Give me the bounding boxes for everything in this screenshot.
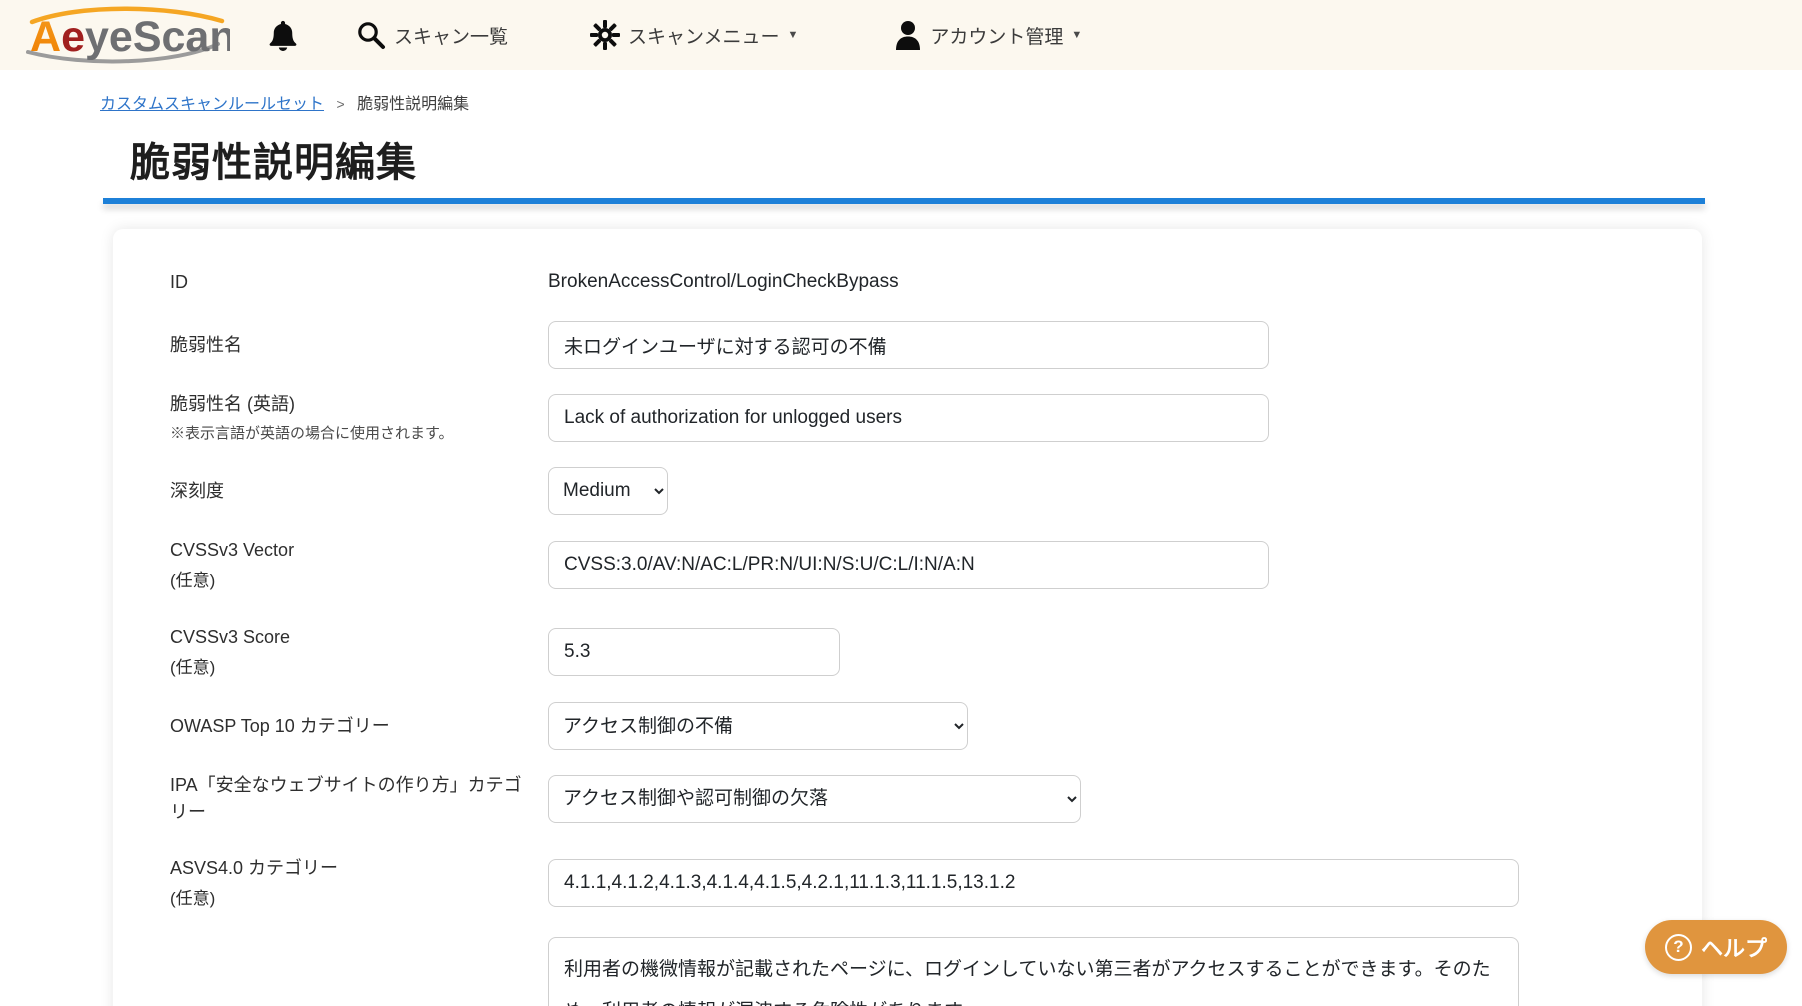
- breadcrumb-current: 脆弱性説明編集: [357, 96, 469, 113]
- form-row-id: ID BrokenAccessControl/LoginCheckBypass: [170, 269, 1642, 295]
- breadcrumb: カスタムスキャンルールセット > 脆弱性説明編集: [100, 90, 1802, 114]
- cvss-score-optional: (任意): [170, 656, 528, 681]
- form-row-vuln-name: 脆弱性名: [170, 321, 1642, 369]
- nav-scan-list[interactable]: スキャン一覧: [356, 20, 508, 50]
- asvs-optional: (任意): [170, 887, 528, 912]
- cvss-vector-label: CVSSv3 Vector: [170, 537, 528, 563]
- cvss-score-label-block: CVSSv3 Score (任意): [170, 624, 548, 681]
- vuln-name-label: 脆弱性名: [170, 332, 548, 358]
- asvs-categories-input[interactable]: [548, 859, 1519, 907]
- vuln-name-en-note: ※表示言語が英語の場合に使用されます。: [170, 423, 528, 445]
- help-button[interactable]: ? ヘルプ: [1645, 920, 1787, 974]
- cvss-vector-optional: (任意): [170, 569, 528, 594]
- nav-scan-menu[interactable]: スキャンメニュー ▼: [590, 20, 798, 50]
- form-row-severity: 深刻度 Medium: [170, 467, 1642, 515]
- notifications-bell-icon[interactable]: [268, 19, 298, 51]
- gear-icon: [590, 20, 620, 50]
- form-row-description: 利用者の機微情報が記載されたページに、ログインしていない第三者がアクセスすること…: [170, 937, 1642, 1006]
- ipa-label: IPA「安全なウェブサイトの作り方」カテゴリー: [170, 772, 548, 824]
- form-row-cvss-vector: CVSSv3 Vector (任意): [170, 537, 1642, 594]
- breadcrumb-separator: >: [336, 96, 344, 112]
- form-row-owasp: OWASP Top 10 カテゴリー アクセス制御の不備: [170, 702, 1642, 750]
- page-title: 脆弱性説明編集: [130, 130, 1802, 188]
- help-button-label: ヘルプ: [1701, 931, 1767, 963]
- description-textarea[interactable]: 利用者の機微情報が記載されたページに、ログインしていない第三者がアクセスすること…: [548, 937, 1519, 1006]
- severity-select[interactable]: Medium: [548, 467, 668, 515]
- form-row-vuln-name-en: 脆弱性名 (英語) ※表示言語が英語の場合に使用されます。: [170, 391, 1642, 445]
- nav-account-management[interactable]: アカウント管理 ▼: [894, 20, 1082, 50]
- ipa-category-select[interactable]: アクセス制御や認可制御の欠落: [548, 775, 1081, 823]
- vuln-name-en-label: 脆弱性名 (英語): [170, 391, 528, 417]
- question-mark-icon: ?: [1665, 934, 1692, 961]
- owasp-label: OWASP Top 10 カテゴリー: [170, 713, 548, 739]
- aeyescan-logo-graphic: AeyeScan: [18, 6, 230, 64]
- nav-account-management-label: アカウント管理: [930, 22, 1063, 49]
- asvs-label: ASVS4.0 カテゴリー: [170, 855, 528, 881]
- title-underline: [103, 198, 1705, 204]
- cvss-score-label: CVSSv3 Score: [170, 624, 528, 650]
- form-row-ipa: IPA「安全なウェブサイトの作り方」カテゴリー アクセス制御や認可制御の欠落: [170, 772, 1642, 824]
- vuln-name-en-label-block: 脆弱性名 (英語) ※表示言語が英語の場合に使用されます。: [170, 391, 548, 445]
- id-label: ID: [170, 269, 548, 295]
- breadcrumb-link-custom-scan-ruleset[interactable]: カスタムスキャンルールセット: [100, 96, 324, 113]
- svg-text:AeyeScan: AeyeScan: [30, 13, 230, 61]
- vuln-name-en-input[interactable]: [548, 394, 1269, 442]
- cvss-vector-input[interactable]: [548, 541, 1269, 589]
- cvss-vector-label-block: CVSSv3 Vector (任意): [170, 537, 548, 594]
- top-navigation-bar: AeyeScan スキャン一覧: [0, 0, 1802, 70]
- id-value: BrokenAccessControl/LoginCheckBypass: [548, 271, 899, 293]
- cvss-score-input[interactable]: [548, 628, 840, 676]
- nav-scan-list-label: スキャン一覧: [394, 22, 508, 49]
- chevron-down-icon: ▼: [1071, 29, 1082, 41]
- search-icon: [356, 20, 386, 50]
- vulnerability-edit-form-card: ID BrokenAccessControl/LoginCheckBypass …: [113, 229, 1702, 1006]
- form-row-asvs: ASVS4.0 カテゴリー (任意): [170, 855, 1642, 912]
- nav-scan-menu-label: スキャンメニュー: [628, 22, 779, 49]
- vuln-name-input[interactable]: [548, 321, 1269, 369]
- user-icon: [894, 20, 922, 50]
- aeyescan-logo[interactable]: AeyeScan: [18, 6, 230, 64]
- owasp-category-select[interactable]: アクセス制御の不備: [548, 702, 968, 750]
- severity-label: 深刻度: [170, 478, 548, 504]
- chevron-down-icon: ▼: [787, 29, 798, 41]
- asvs-label-block: ASVS4.0 カテゴリー (任意): [170, 855, 548, 912]
- form-row-cvss-score: CVSSv3 Score (任意): [170, 624, 1642, 681]
